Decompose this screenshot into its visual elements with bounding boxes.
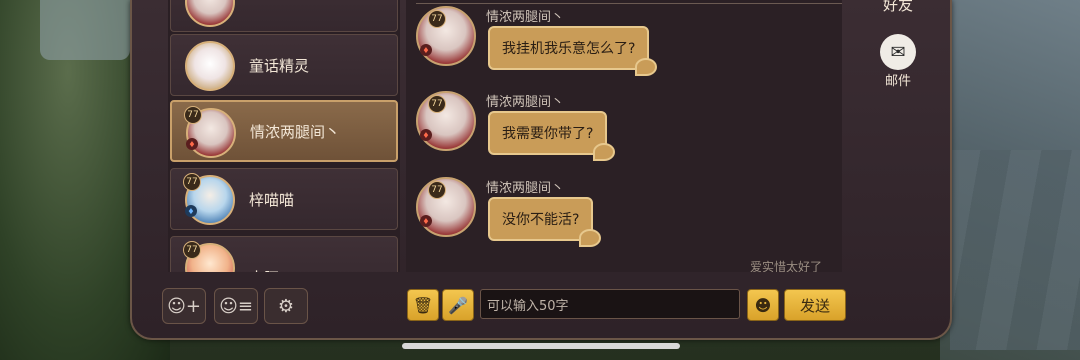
friends-tab[interactable]: 好友	[874, 0, 922, 15]
friend-item-selected[interactable]: 77 ♦ 情浓两腿间丶	[170, 100, 398, 162]
add-friend-button[interactable]: ☺+	[162, 288, 206, 324]
emoji-icon: ☻	[754, 295, 772, 315]
message-bubble: 我需要你带了?	[488, 111, 616, 161]
message-text: 我需要你带了?	[502, 126, 594, 142]
home-indicator	[402, 343, 680, 349]
friend-item[interactable]	[170, 0, 398, 32]
mail-label: 邮件	[884, 74, 911, 89]
add-friend-icon: ☺+	[167, 295, 201, 317]
bubble-ornament	[635, 58, 658, 76]
gear-icon: ⚙	[277, 295, 295, 317]
own-message-text: 爱实惜太好了	[749, 260, 822, 272]
friend-item[interactable]: 童话精灵	[170, 34, 398, 96]
friend-avatar	[185, 0, 235, 27]
own-message: 爱实惜太好了	[750, 258, 822, 272]
friend-avatar	[185, 41, 235, 91]
voice-button[interactable]: 🎤	[442, 289, 474, 321]
divider	[416, 3, 842, 4]
level-badge: 77	[183, 173, 201, 191]
stone-path	[950, 150, 1080, 350]
friend-list-icon: ☺≡	[219, 295, 253, 317]
chat-message: 77 ♦ 情浓两腿间丶 我挂机我乐意怎么了?	[416, 6, 836, 90]
game-world-right	[940, 0, 1080, 360]
friend-item[interactable]: 77 ♦ 梓喵喵	[170, 168, 398, 230]
message-text: 我挂机我乐意怎么了?	[502, 41, 636, 57]
sender-name: 情浓两腿间丶	[486, 10, 565, 25]
sender-name: 情浓两腿间丶	[486, 95, 565, 110]
friend-name: 水豚	[249, 247, 279, 273]
microphone-icon: 🎤	[448, 295, 468, 315]
fire-element-icon: ♦	[186, 138, 198, 150]
sender-avatar[interactable]	[416, 6, 476, 66]
mail-button[interactable]: ✉ 邮件	[878, 34, 918, 89]
settings-button[interactable]: ⚙	[264, 288, 308, 324]
message-text: 没你不能活?	[502, 212, 580, 228]
mail-icon: ✉	[880, 34, 916, 70]
level-badge: 77	[184, 106, 202, 124]
friend-name: 情浓两腿间丶	[250, 122, 341, 141]
chat-message: 77 ♦ 情浓两腿间丶 我需要你带了?	[416, 91, 836, 175]
chat-input[interactable]: 可以输入50字	[480, 289, 740, 319]
friend-name: 梓喵喵	[249, 190, 295, 209]
level-badge: 77	[428, 95, 446, 113]
emoji-button[interactable]: ☻	[747, 289, 779, 321]
send-button[interactable]: 发送	[784, 289, 846, 321]
friend-list[interactable]: 童话精灵 77 ♦ 情浓两腿间丶 77 ♦ 梓喵喵 77 水豚	[168, 0, 400, 272]
message-bubble: 我挂机我乐意怎么了?	[488, 26, 658, 76]
friend-item[interactable]: 77 水豚	[170, 236, 398, 272]
friend-list-button[interactable]: ☺≡	[214, 288, 258, 324]
friend-name: 童话精灵	[249, 56, 310, 75]
chat-message: 77 ♦ 情浓两腿间丶 没你不能活?	[416, 177, 836, 261]
delete-button[interactable]: 🗑	[407, 289, 439, 321]
sender-avatar[interactable]	[416, 91, 476, 151]
level-badge: 77	[183, 241, 201, 259]
chat-input-placeholder: 可以输入50字	[487, 298, 569, 314]
level-badge: 77	[428, 181, 446, 199]
sender-name: 情浓两腿间丶	[486, 181, 565, 196]
fire-element-icon: ♦	[420, 129, 432, 141]
bubble-ornament	[593, 143, 616, 161]
chat-messages[interactable]: 77 ♦ 情浓两腿间丶 我挂机我乐意怎么了? 77 ♦ 情浓两腿间丶 我需要你带…	[406, 0, 842, 272]
level-badge: 77	[428, 10, 446, 28]
fire-element-icon: ♦	[420, 44, 432, 56]
fire-element-icon: ♦	[420, 215, 432, 227]
sender-avatar[interactable]	[416, 177, 476, 237]
building	[40, 0, 130, 60]
bubble-ornament	[579, 229, 602, 247]
message-bubble: 没你不能活?	[488, 197, 602, 247]
trash-icon: 🗑	[412, 295, 434, 315]
water-element-icon: ♦	[185, 205, 197, 217]
